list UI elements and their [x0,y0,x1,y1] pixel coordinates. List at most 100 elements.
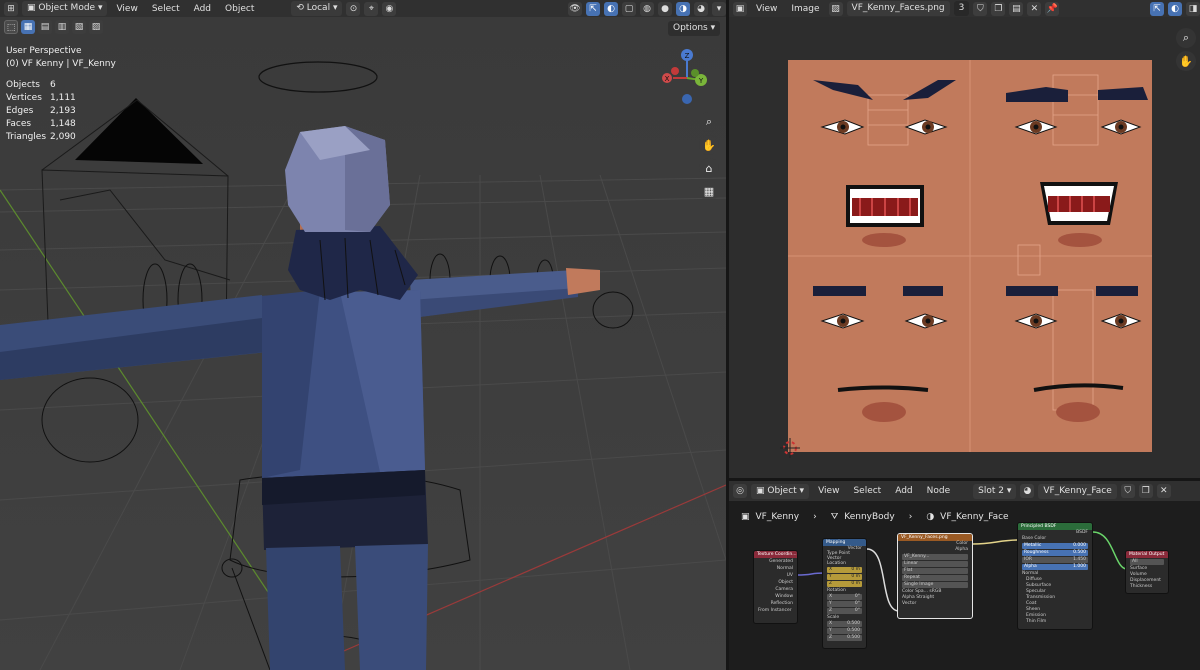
select-extend-icon[interactable]: ▤ [38,20,52,34]
shading-solid-icon[interactable]: ● [658,1,672,16]
snap-icon[interactable]: ⌖ [364,1,379,16]
pin-icon[interactable]: 📌 [1045,1,1060,16]
alpha-mode-dropdown[interactable]: Straight [916,595,934,600]
node-mapping[interactable]: Mapping Vector Type Point Vector Locatio… [822,538,867,649]
target-dropdown[interactable]: All [1130,559,1164,565]
proportional-edit-icon[interactable]: ◉ [382,1,397,16]
image-name-field[interactable]: VF_Kenny_Faces.png [846,1,950,16]
image-menu-image[interactable]: Image [786,4,824,14]
gizmo-toggle-icon[interactable]: ⇱ [586,1,600,16]
field-value: 0.000 [1073,543,1086,548]
image-editor-area[interactable]: ▣ View Image ▨ VF_Kenny_Faces.png 3 ⛉ ❐ … [729,0,1200,478]
options-button[interactable]: Options ▾ [668,21,721,36]
image-zoom-icon[interactable]: ⌕ [1176,28,1196,48]
panel-thin-film[interactable]: Thin Film [1018,619,1092,625]
image-datablock-field[interactable]: VF_Kenny... [902,554,968,560]
menu-object[interactable]: Object [220,4,259,14]
select-new-icon[interactable]: ▦ [21,20,35,34]
node-principled-bsdf[interactable]: Principled BSDF BSDF Base Color Metallic… [1017,522,1093,630]
socket-label: Vector [902,601,917,606]
projection-dropdown[interactable]: Flat [902,568,968,574]
pivot-icon[interactable]: ⊙ [346,1,361,16]
field-label: X [829,594,833,599]
shading-material-icon[interactable]: ◑ [676,1,690,16]
rotation-y-field[interactable]: Y 0° [827,601,862,607]
image-browse-icon[interactable]: ▨ [828,1,843,16]
field-label: IOR [1024,557,1032,562]
field-label: Alpha [902,595,915,600]
field-value: 0 m [851,574,860,579]
image-editor-type-icon[interactable]: ▣ [733,1,747,16]
navigation-gizmo[interactable]: Z Y X [657,48,717,108]
pan-hand-icon[interactable]: ✋ [699,135,719,155]
rotation-z-field[interactable]: Z 0° [827,608,862,614]
scale-z-field[interactable]: Z 0.500 [827,635,862,641]
area-divider-horizontal[interactable] [729,478,1200,481]
socket-label: From Instancer [758,608,792,613]
node-title: Material Output [1126,551,1168,558]
area-divider-vertical[interactable] [726,0,729,670]
field-value: 0 m [851,567,860,572]
source-dropdown[interactable]: Single Image [902,582,968,588]
interpolation-dropdown[interactable]: Linear [902,561,968,567]
scale-x-field[interactable]: X 0.500 [827,621,862,627]
transform-orientation-dropdown[interactable]: ⟲ Local ▾ [291,1,343,16]
editor-type-icon[interactable]: ⊞ [4,1,18,16]
2d-cursor-icon[interactable] [780,438,800,458]
image-display-channels-icon[interactable]: ◨ [1186,1,1200,16]
extension-dropdown[interactable]: Repeat [902,575,968,581]
metallic-field[interactable]: Metallic 0.000 [1022,543,1088,549]
node-title: VF_Kenny_Faces.png [898,534,972,541]
viewport-area[interactable]: ⊞ ▣ Object Mode ▾ View Select Add Object… [0,0,726,670]
gizmo-x-label: X [665,75,670,83]
unlink-image-icon[interactable]: ✕ [1027,1,1042,16]
color-space-dropdown[interactable]: sRGB [929,589,941,594]
socket-label: Base Color [1022,536,1047,541]
location-x-field[interactable]: X 0 m [827,567,862,573]
node-editor-area[interactable]: ◎ ▣ Object ▾ View Select Add Node Slot 2… [729,481,1200,670]
image-overlay-icon[interactable]: ◐ [1168,1,1182,16]
fake-user-icon[interactable]: ⛉ [973,1,988,16]
shading-wireframe-icon[interactable]: ◍ [640,1,654,16]
image-users-count[interactable]: 3 [953,1,970,16]
xray-icon[interactable]: ▢ [622,1,636,16]
image-menu-view[interactable]: View [751,4,782,14]
overlay-toggle-icon[interactable]: ◐ [604,1,618,16]
field-value: 0.500 [847,628,860,633]
location-y-field[interactable]: Y 0 m [827,574,862,580]
field-value: 0.500 [847,635,860,640]
viewport-scene[interactable] [0,0,726,670]
menu-add[interactable]: Add [189,4,216,14]
select-intersect-icon[interactable]: ▨ [89,20,103,34]
mode-dropdown[interactable]: ▣ Object Mode ▾ [22,1,108,16]
open-image-icon[interactable]: ▤ [1009,1,1024,16]
scale-y-field[interactable]: Y 0.500 [827,628,862,634]
viewport-header: ⊞ ▣ Object Mode ▾ View Select Add Object… [0,0,726,17]
image-pan-icon[interactable]: ✋ [1176,51,1196,71]
select-invert-icon[interactable]: ▧ [72,20,86,34]
image-gizmo-icon[interactable]: ⇱ [1150,1,1164,16]
roughness-field[interactable]: Roughness 0.500 [1022,550,1088,556]
field-value: 0 m [851,581,860,586]
ortho-grid-icon[interactable]: ▦ [699,181,719,201]
node-material-output[interactable]: Material Output All Surface Volume Displ… [1125,550,1169,594]
camera-view-icon[interactable]: ⌂ [699,158,719,178]
menu-select[interactable]: Select [147,4,185,14]
rotation-x-field[interactable]: X 0° [827,594,862,600]
alpha-field[interactable]: Alpha 1.000 [1022,564,1088,570]
node-texture-coordinate[interactable]: Texture Coordin... Generated Normal UV O… [753,550,798,624]
shading-rendered-icon[interactable]: ◕ [694,1,708,16]
visibility-icon[interactable]: 👁 [568,1,582,16]
zoom-icon[interactable]: ⌕ [699,112,719,132]
menu-view[interactable]: View [111,4,142,14]
node-title: Texture Coordin... [754,551,797,558]
field-label: Roughness [1024,550,1049,555]
new-image-icon[interactable]: ❐ [991,1,1006,16]
node-image-texture[interactable]: VF_Kenny_Faces.png Color Alpha VF_Kenny.… [897,533,973,619]
select-subtract-icon[interactable]: ▥ [55,20,69,34]
shading-options-icon[interactable]: ▾ [712,1,726,16]
gizmo-y-label: Y [698,77,704,85]
location-z-field[interactable]: Z 0 m [827,581,862,587]
select-tool-icon[interactable]: ⬚ [4,20,18,34]
ior-field[interactable]: IOR 1.450 [1022,557,1088,563]
